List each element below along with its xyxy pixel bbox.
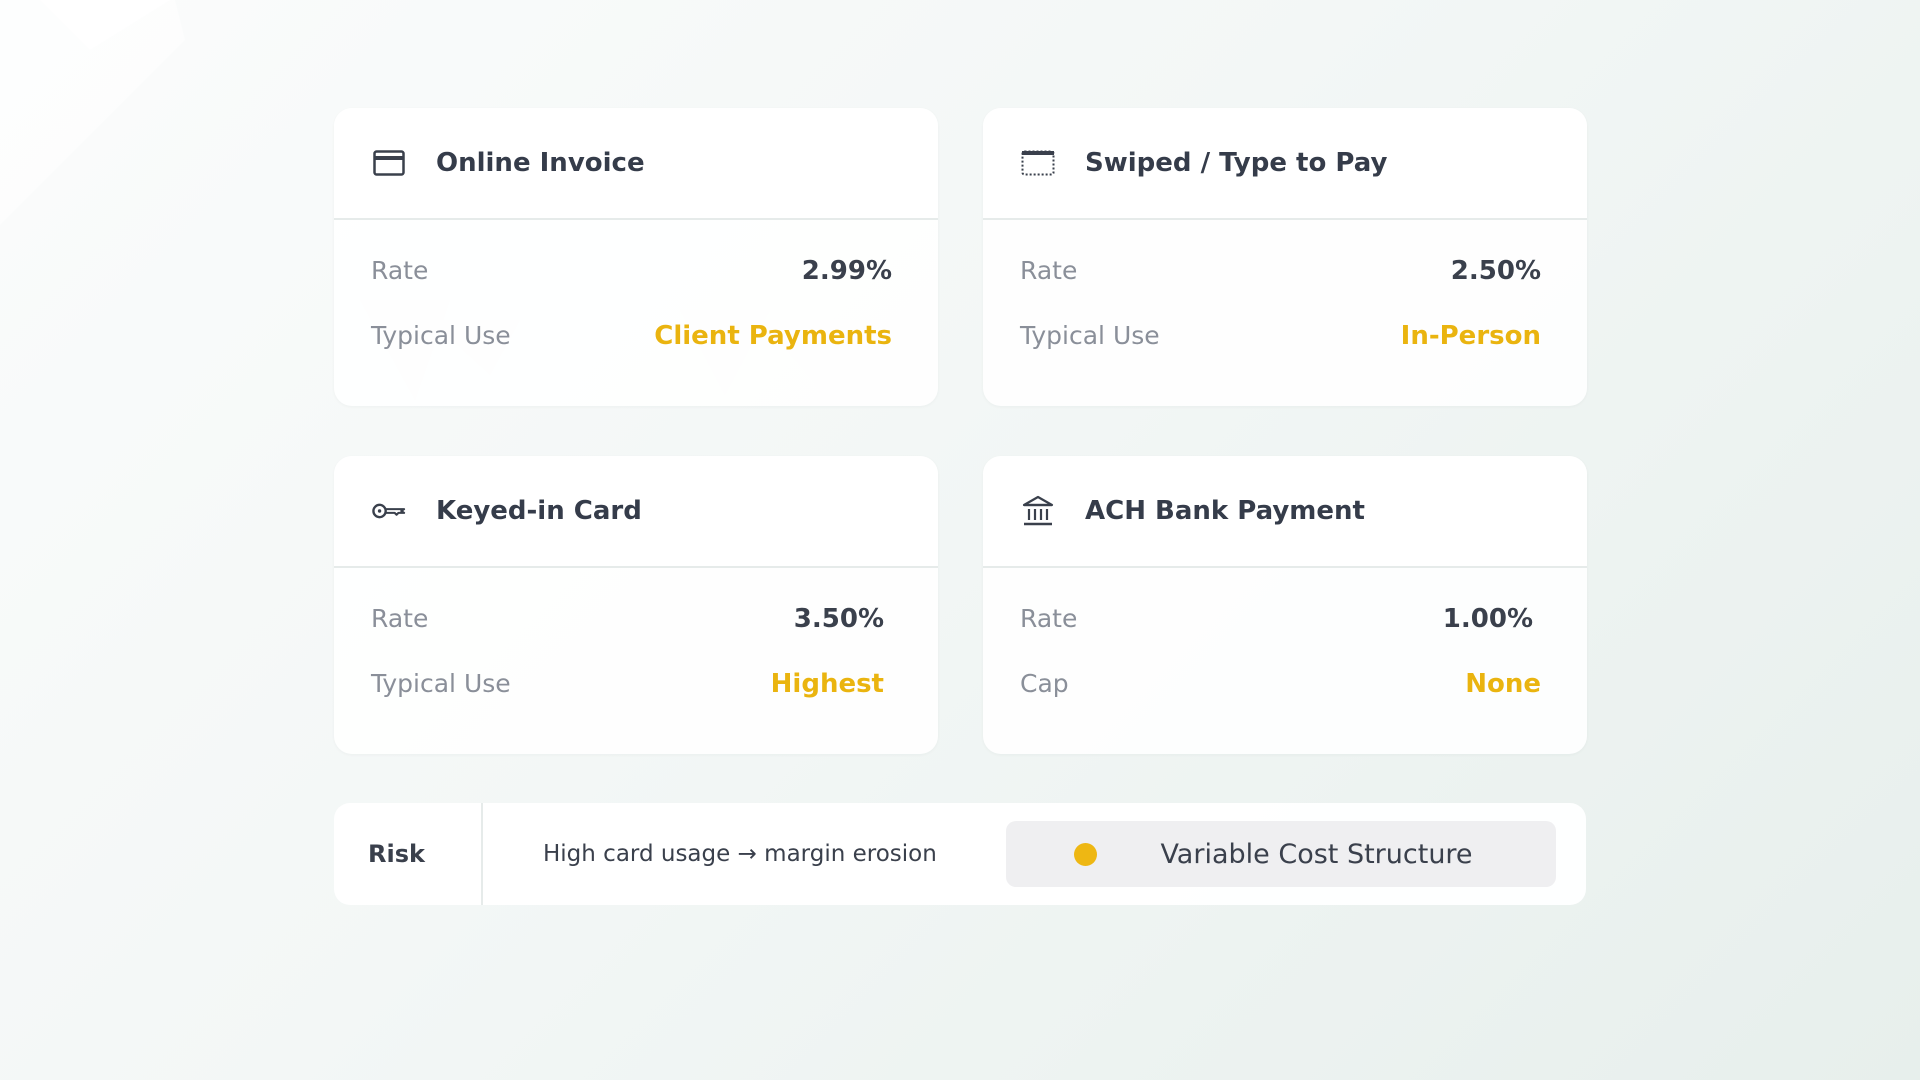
rate-label: Rate [371, 256, 429, 285]
card-ach-bank-payment: ACH Bank Payment Rate 1.00% Cap None [983, 456, 1587, 754]
card-swiped-type-to-pay: Swiped / Type to Pay Rate 2.50% Typical … [983, 108, 1587, 406]
rate-row: Rate 3.50% [371, 586, 884, 651]
card-keyed-in-card: Keyed-in Card Rate 3.50% Typical Use Hig… [334, 456, 938, 754]
typical-use-label: Typical Use [1020, 321, 1160, 350]
credit-card-icon [372, 146, 406, 180]
typical-use-value: Client Payments [654, 320, 892, 351]
card-header: ACH Bank Payment [983, 456, 1587, 568]
rate-row: Rate 2.50% [1020, 238, 1541, 303]
card-body: Rate 1.00% Cap None [983, 586, 1587, 716]
card-body: Rate 2.50% Typical Use In-Person [983, 238, 1587, 368]
risk-label: Risk [334, 803, 483, 905]
card-header: Swiped / Type to Pay [983, 108, 1587, 220]
risk-description: High card usage → margin erosion [543, 841, 937, 867]
cap-label: Cap [1020, 669, 1069, 698]
card-title: ACH Bank Payment [1085, 496, 1365, 526]
rate-row: Rate 1.00% [1020, 586, 1541, 651]
rate-value: 2.99% [801, 255, 892, 286]
card-header: Online Invoice [334, 108, 938, 220]
typical-use-label: Typical Use [371, 669, 511, 698]
card-title: Keyed-in Card [436, 496, 642, 526]
card-online-invoice: Online Invoice Rate 2.99% Typical Use Cl… [334, 108, 938, 406]
card-header: Keyed-in Card [334, 456, 938, 568]
card-body: Rate 3.50% Typical Use Highest [334, 586, 938, 716]
rate-value: 3.50% [793, 603, 884, 634]
background-decoration [0, 0, 1315, 405]
typical-use-value: Highest [770, 668, 884, 699]
cap-value: None [1465, 668, 1541, 699]
status-dot-icon [1074, 842, 1097, 866]
cap-row: Cap None [1020, 651, 1541, 716]
card-title: Swiped / Type to Pay [1085, 148, 1388, 178]
typical-use-row: Typical Use Client Payments [371, 303, 892, 368]
bank-icon [1021, 494, 1055, 528]
typical-use-row: Typical Use In-Person [1020, 303, 1541, 368]
rate-label: Rate [1020, 604, 1078, 633]
typical-use-value: In-Person [1400, 320, 1541, 351]
card-body: Rate 2.99% Typical Use Client Payments [334, 238, 938, 368]
rate-row: Rate 2.99% [371, 238, 892, 303]
rate-value: 2.50% [1450, 255, 1541, 286]
card-title: Online Invoice [436, 148, 645, 178]
rate-label: Rate [1020, 256, 1078, 285]
risk-bar: Risk High card usage → margin erosion Va… [334, 803, 1586, 905]
key-icon [372, 494, 406, 528]
card-reader-icon [1021, 146, 1055, 180]
typical-use-row: Typical Use Highest [371, 651, 884, 716]
rate-value: 1.00% [1442, 603, 1533, 634]
risk-pill-label: Variable Cost Structure [1160, 838, 1473, 870]
rate-label: Rate [371, 604, 429, 633]
variable-cost-pill: Variable Cost Structure [1006, 821, 1556, 887]
typical-use-label: Typical Use [371, 321, 511, 350]
